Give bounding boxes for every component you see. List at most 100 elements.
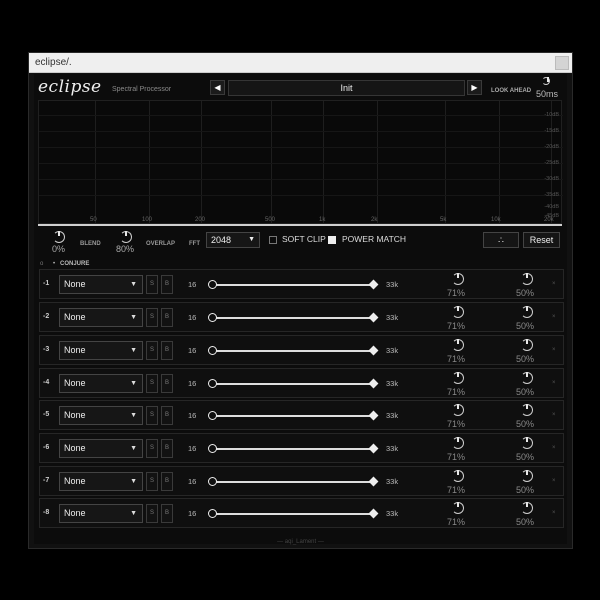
frequency-range-track[interactable] bbox=[212, 317, 373, 319]
range-high-handle[interactable] bbox=[368, 312, 379, 323]
frequency-range-track[interactable] bbox=[212, 383, 373, 385]
amount-knob[interactable] bbox=[452, 273, 464, 285]
logo: eclipse bbox=[38, 77, 102, 97]
bypass-button[interactable]: B bbox=[161, 374, 173, 393]
module-select[interactable]: None ▼ bbox=[59, 308, 143, 327]
bypass-button[interactable]: B bbox=[161, 308, 173, 327]
chevron-down-icon: ▼ bbox=[130, 412, 137, 419]
solo-button[interactable]: S bbox=[146, 275, 158, 294]
module-row: -7 None ▼ S B 16 33k 71% 50% × bbox=[39, 466, 564, 496]
overlap-knob[interactable] bbox=[120, 231, 132, 243]
module-select[interactable]: None ▼ bbox=[59, 374, 143, 393]
close-button[interactable] bbox=[555, 56, 569, 70]
range-low-handle[interactable] bbox=[208, 280, 217, 289]
range-low-handle[interactable] bbox=[208, 477, 217, 486]
bypass-button[interactable]: B bbox=[161, 406, 173, 425]
section-toggle[interactable]: o bbox=[40, 261, 43, 267]
range-high-handle[interactable] bbox=[368, 508, 379, 519]
power-match-checkbox[interactable] bbox=[328, 236, 336, 244]
fft-size-value: 2048 bbox=[211, 235, 232, 245]
preset-name[interactable]: Init bbox=[228, 80, 465, 96]
remove-row-icon[interactable]: × bbox=[552, 281, 556, 287]
bypass-button[interactable]: B bbox=[161, 275, 173, 294]
amount-knob[interactable] bbox=[452, 306, 464, 318]
freq-label: 100 bbox=[142, 217, 153, 223]
module-select[interactable]: None ▼ bbox=[59, 406, 143, 425]
solo-button[interactable]: S bbox=[146, 472, 158, 491]
bypass-button[interactable]: B bbox=[161, 504, 173, 523]
amount-knob[interactable] bbox=[452, 372, 464, 384]
solo-button[interactable]: S bbox=[146, 406, 158, 425]
range-max-label: 33k bbox=[386, 313, 399, 322]
mix-knob[interactable] bbox=[521, 306, 533, 318]
range-high-handle[interactable] bbox=[368, 410, 379, 421]
mix-value: 50% bbox=[516, 485, 535, 495]
range-high-handle[interactable] bbox=[368, 378, 379, 389]
mix-knob[interactable] bbox=[521, 339, 533, 351]
remove-row-icon[interactable]: × bbox=[552, 347, 556, 353]
amount-knob[interactable] bbox=[452, 502, 464, 514]
solo-button[interactable]: S bbox=[146, 439, 158, 458]
bypass-button[interactable]: B bbox=[161, 472, 173, 491]
preset-prev-button[interactable]: ◀ bbox=[210, 80, 225, 95]
mix-knob[interactable] bbox=[521, 470, 533, 482]
mix-knob[interactable] bbox=[521, 273, 533, 285]
amount-knob[interactable] bbox=[452, 470, 464, 482]
module-select[interactable]: None ▼ bbox=[59, 275, 143, 294]
remove-row-icon[interactable]: × bbox=[552, 412, 556, 418]
mix-knob[interactable] bbox=[521, 372, 533, 384]
range-min-label: 16 bbox=[188, 313, 197, 322]
frequency-range-track[interactable] bbox=[212, 415, 373, 417]
module-row: -3 None ▼ S B 16 33k 71% 50% × bbox=[39, 335, 564, 365]
solo-button[interactable]: S bbox=[146, 341, 158, 360]
range-high-handle[interactable] bbox=[368, 279, 379, 290]
remove-row-icon[interactable]: × bbox=[552, 380, 556, 386]
mix-knob[interactable] bbox=[521, 502, 533, 514]
reset-button[interactable]: Reset bbox=[523, 232, 560, 248]
title-bar[interactable]: eclipse/. bbox=[29, 53, 572, 73]
remove-row-icon[interactable]: × bbox=[552, 314, 556, 320]
preset-next-button[interactable]: ▶ bbox=[467, 80, 482, 95]
analyzer-bottom-line bbox=[38, 224, 562, 226]
frequency-range-track[interactable] bbox=[212, 284, 373, 286]
range-high-handle[interactable] bbox=[368, 345, 379, 356]
solo-button[interactable]: S bbox=[146, 308, 158, 327]
blend-knob[interactable] bbox=[53, 231, 65, 243]
range-low-handle[interactable] bbox=[208, 444, 217, 453]
remove-row-icon[interactable]: × bbox=[552, 478, 556, 484]
module-select[interactable]: None ▼ bbox=[59, 341, 143, 360]
amount-knob[interactable] bbox=[452, 437, 464, 449]
remove-row-icon[interactable]: × bbox=[552, 510, 556, 516]
range-low-handle[interactable] bbox=[208, 411, 217, 420]
module-select-value: None bbox=[64, 476, 86, 486]
fft-size-select[interactable]: 2048 ▼ bbox=[206, 232, 260, 248]
frequency-range-track[interactable] bbox=[212, 350, 373, 352]
look-ahead-knob[interactable] bbox=[542, 77, 550, 85]
mix-knob[interactable] bbox=[521, 404, 533, 416]
amount-knob[interactable] bbox=[452, 339, 464, 351]
range-low-handle[interactable] bbox=[208, 346, 217, 355]
module-select-value: None bbox=[64, 443, 86, 453]
amount-value: 71% bbox=[447, 354, 466, 364]
solo-button[interactable]: S bbox=[146, 504, 158, 523]
module-select-value: None bbox=[64, 312, 86, 322]
range-low-handle[interactable] bbox=[208, 379, 217, 388]
amount-knob[interactable] bbox=[452, 404, 464, 416]
soft-clip-checkbox[interactable] bbox=[269, 236, 277, 244]
module-select[interactable]: None ▼ bbox=[59, 504, 143, 523]
frequency-range-track[interactable] bbox=[212, 448, 373, 450]
frequency-range-track[interactable] bbox=[212, 481, 373, 483]
module-select[interactable]: None ▼ bbox=[59, 439, 143, 458]
remove-row-icon[interactable]: × bbox=[552, 445, 556, 451]
range-high-handle[interactable] bbox=[368, 443, 379, 454]
bypass-button[interactable]: B bbox=[161, 341, 173, 360]
range-low-handle[interactable] bbox=[208, 313, 217, 322]
range-high-handle[interactable] bbox=[368, 476, 379, 487]
randomize-button[interactable]: ∴ bbox=[483, 232, 519, 248]
solo-button[interactable]: S bbox=[146, 374, 158, 393]
mix-knob[interactable] bbox=[521, 437, 533, 449]
frequency-range-track[interactable] bbox=[212, 513, 373, 515]
range-low-handle[interactable] bbox=[208, 509, 217, 518]
bypass-button[interactable]: B bbox=[161, 439, 173, 458]
module-select[interactable]: None ▼ bbox=[59, 472, 143, 491]
